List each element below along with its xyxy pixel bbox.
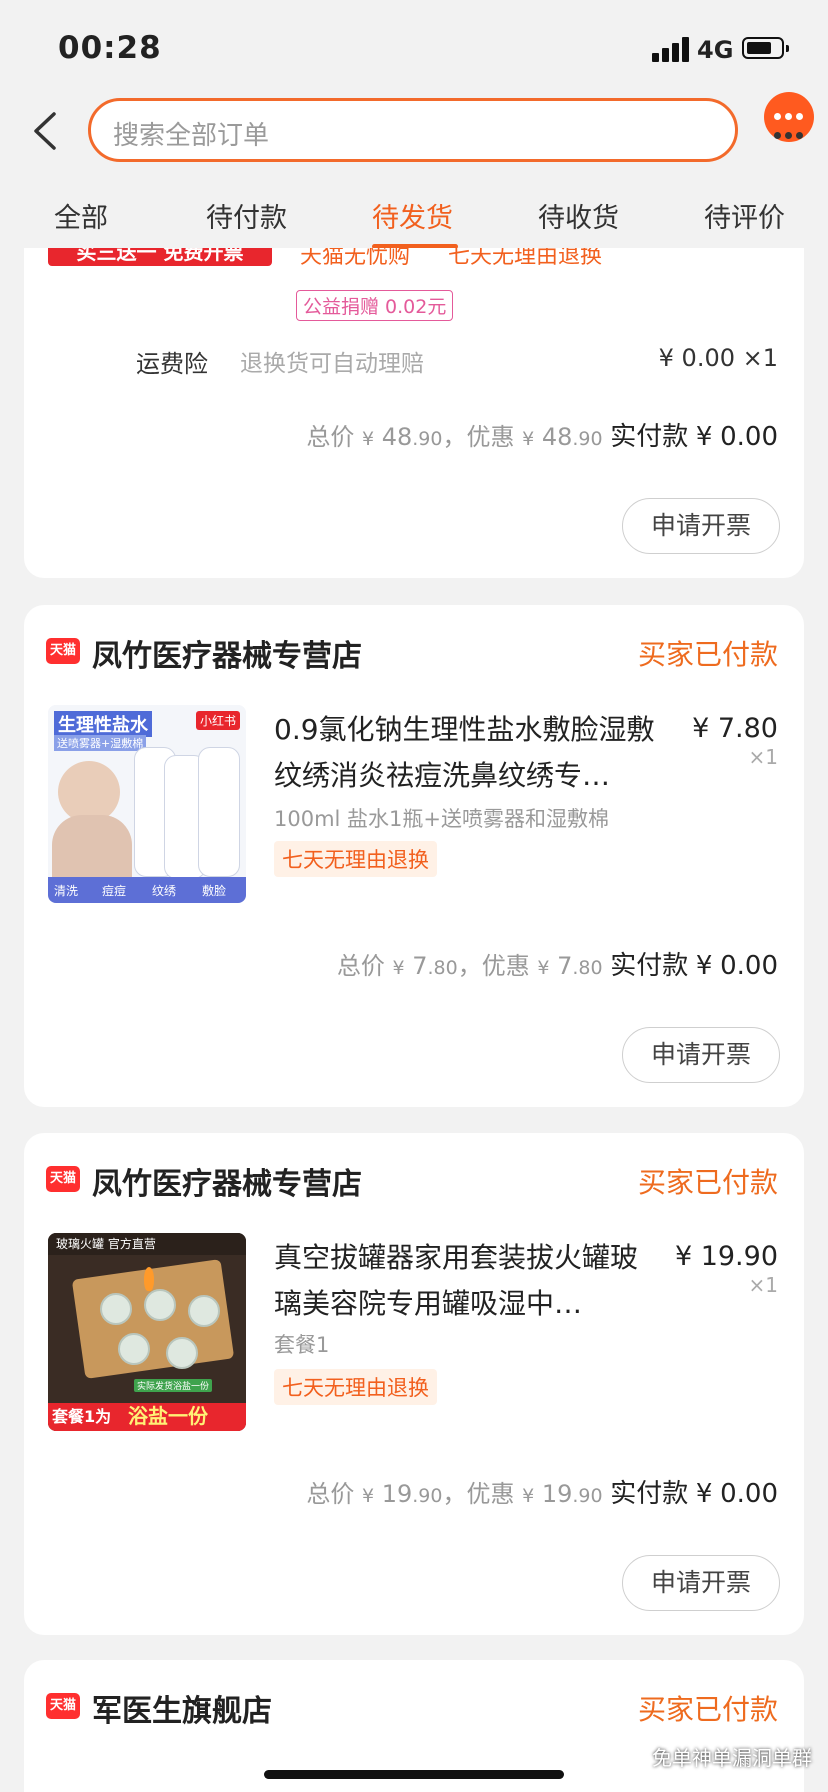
apply-invoice-button[interactable]: 申请开票 bbox=[622, 498, 780, 554]
shop-name[interactable]: 凤竹医疗器械专营店 bbox=[92, 1159, 362, 1203]
back-icon[interactable] bbox=[26, 108, 66, 154]
product-price: ¥ 19.90 bbox=[674, 1241, 778, 1272]
order-card-partial: 买三送一 免费开票 天猫无忧购 七天无理由退换 公益捐赠 0.02元 运费险 退… bbox=[24, 248, 804, 578]
return-policy-tag: 七天无理由退换 bbox=[274, 841, 437, 877]
status-time: 00:28 bbox=[58, 30, 162, 66]
product-image[interactable]: 玻璃火罐 官方直营 实际发货浴盐一份 套餐1为 浴盐一份 bbox=[48, 1233, 246, 1431]
watermark-text: 免单神单漏洞单群 bbox=[652, 1746, 812, 1770]
order-total: 总价 ¥ 19.90，优惠 ¥ 19.90 实付款 ¥ 0.00 bbox=[306, 1479, 778, 1509]
order-total: 总价 ¥ 48.90，优惠 ¥ 48.90 实付款 ¥ 0.00 bbox=[306, 422, 778, 452]
tab-pending-shipment[interactable]: 待发货 bbox=[372, 196, 453, 235]
tab-pending-payment[interactable]: 待付款 bbox=[206, 196, 287, 235]
product-quantity: ×1 bbox=[748, 1273, 778, 1297]
status-bar: 00:28 4G bbox=[0, 0, 828, 90]
apply-invoice-button[interactable]: 申请开票 bbox=[622, 1027, 780, 1083]
product-title[interactable]: 0.9氯化钠生理性盐水敷脸湿敷纹绣消炎祛痘洗鼻纹绣专… bbox=[274, 707, 664, 799]
order-tabs: 全部 待付款 待发货 待收货 待评价 bbox=[0, 172, 828, 249]
battery-icon bbox=[742, 37, 789, 59]
tab-pending-review[interactable]: 待评价 bbox=[704, 196, 785, 235]
shop-name[interactable]: 凤竹医疗器械专营店 bbox=[92, 631, 362, 675]
donation-tag: 公益捐赠 0.02元 bbox=[296, 290, 454, 321]
tag-tmall-worry-free: 天猫无忧购 bbox=[300, 248, 411, 269]
product-sku: 套餐1 bbox=[274, 1333, 330, 1357]
header: 搜索全部订单 bbox=[0, 90, 828, 172]
order-status: 买家已付款 bbox=[637, 1693, 778, 1726]
shop-name[interactable]: 军医生旗舰店 bbox=[92, 1686, 272, 1730]
tab-all[interactable]: 全部 bbox=[54, 196, 108, 235]
tmall-logo-icon: 天猫 bbox=[46, 638, 80, 664]
promo-banner: 买三送一 免费开票 bbox=[48, 248, 272, 266]
home-indicator[interactable] bbox=[264, 1770, 564, 1779]
network-type: 4G bbox=[697, 36, 734, 64]
order-status: 买家已付款 bbox=[637, 638, 778, 671]
product-title[interactable]: 真空拔罐器家用套装拔火罐玻璃美容院专用罐吸湿中… bbox=[274, 1235, 664, 1327]
tmall-logo-icon: 天猫 bbox=[46, 1693, 80, 1719]
tag-seven-day-return: 七天无理由退换 bbox=[448, 248, 603, 269]
more-icon[interactable] bbox=[764, 126, 814, 140]
product-price: ¥ 7.80 bbox=[692, 713, 778, 744]
return-policy-tag: 七天无理由退换 bbox=[274, 1369, 437, 1405]
search-input[interactable]: 搜索全部订单 bbox=[88, 98, 738, 162]
product-sku: 100ml 盐水1瓶+送喷雾器和湿敷棉 bbox=[274, 807, 610, 831]
apply-invoice-button[interactable]: 申请开票 bbox=[622, 1555, 780, 1611]
order-card: 天猫 凤竹医疗器械专营店 买家已付款 生理性盐水 送喷雾器+湿敷棉 小红书 清洗… bbox=[24, 605, 804, 1107]
search-placeholder: 搜索全部订单 bbox=[113, 121, 270, 151]
shipping-insurance-desc: 退换货可自动理赔 bbox=[240, 351, 424, 377]
order-total: 总价 ¥ 7.80，优惠 ¥ 7.80 实付款 ¥ 0.00 bbox=[336, 951, 778, 981]
product-image[interactable]: 生理性盐水 送喷雾器+湿敷棉 小红书 清洗 痘痘 纹绣 敷脸 bbox=[48, 705, 246, 903]
order-status: 买家已付款 bbox=[637, 1166, 778, 1199]
tmall-logo-icon: 天猫 bbox=[46, 1166, 80, 1192]
shipping-insurance-label: 运费险 bbox=[136, 350, 208, 378]
product-quantity: ×1 bbox=[748, 745, 778, 769]
order-card: 天猫 凤竹医疗器械专营店 买家已付款 玻璃火罐 官方直营 实际发货浴盐一份 套餐… bbox=[24, 1133, 804, 1635]
tab-pending-receipt[interactable]: 待收货 bbox=[538, 196, 619, 235]
shipping-insurance-price: ¥ 0.00 ×1 bbox=[658, 344, 778, 372]
